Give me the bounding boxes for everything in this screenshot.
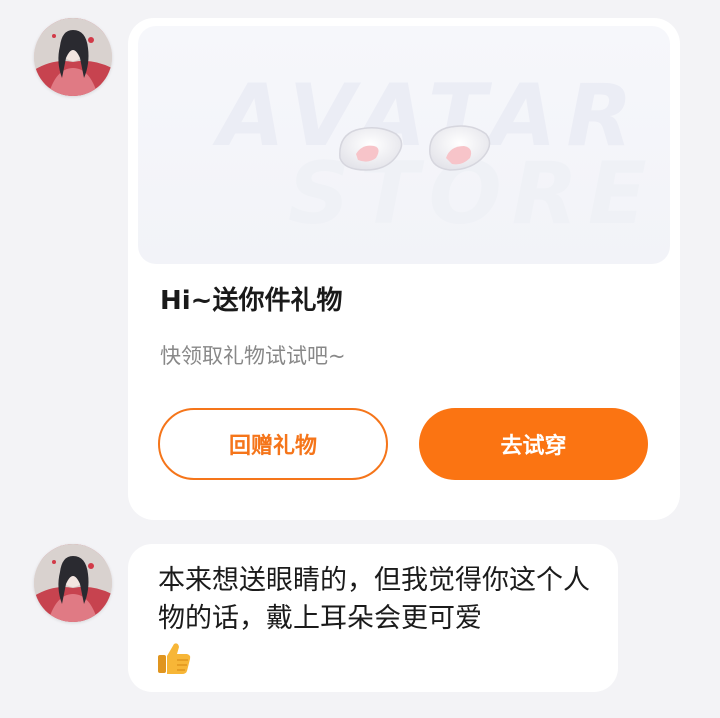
message-text: 本来想送眼睛的，但我觉得你这个人物的话，戴上耳朵会更可爱 [158, 565, 590, 634]
gift-preview[interactable]: AVATAR STORE [138, 26, 670, 264]
avatar-illustration [34, 18, 112, 96]
avatar-illustration [34, 544, 112, 622]
sender-avatar-message[interactable] [34, 544, 112, 622]
gift-card[interactable]: AVATAR STORE Hi~送你件礼物 快领取礼物试试吧~ 回赠礼物 去试穿 [128, 18, 680, 520]
gift-title: Hi~送你件礼物 [160, 286, 343, 316]
message-bubble[interactable]: 本来想送眼睛的，但我觉得你这个人物的话，戴上耳朵会更可爱 [128, 544, 618, 692]
gift-subtitle: 快领取礼物试试吧~ [160, 344, 346, 368]
try-on-button[interactable]: 去试穿 [419, 408, 648, 480]
sender-avatar[interactable] [34, 18, 112, 96]
bunny-ears-icon [339, 125, 491, 171]
return-gift-button[interactable]: 回赠礼物 [158, 408, 388, 480]
thumbs-up-icon [158, 643, 191, 674]
